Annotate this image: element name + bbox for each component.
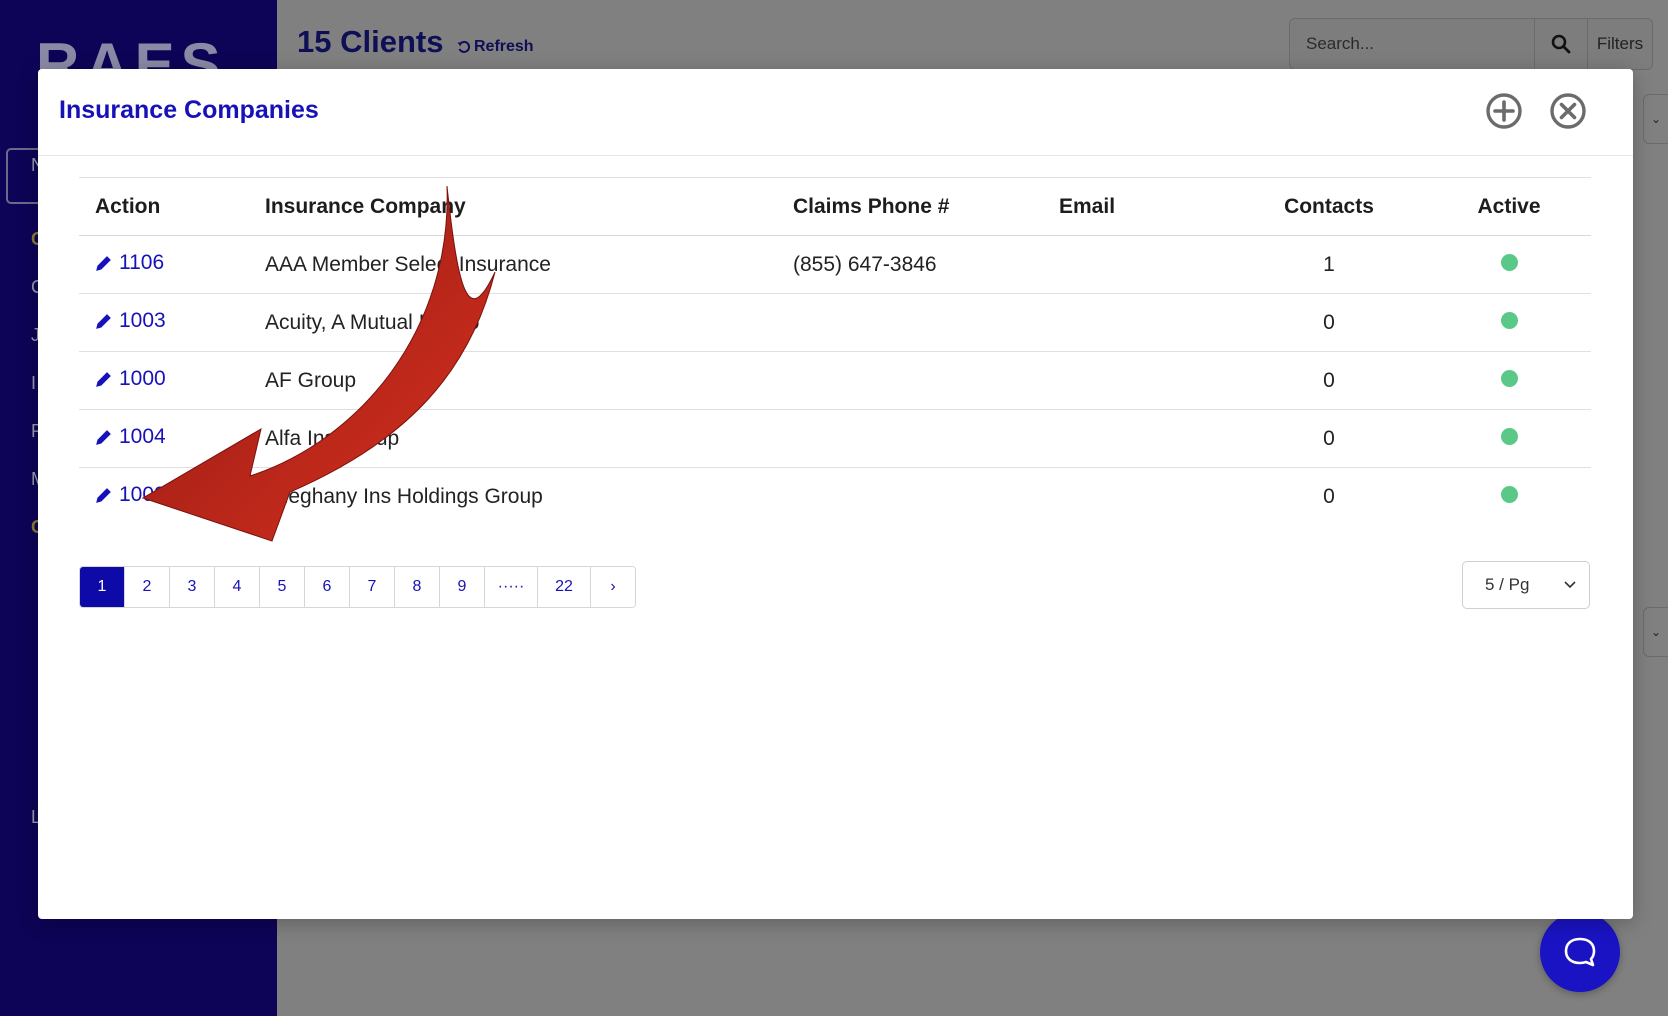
claims-phone: (855) 647-3846 — [777, 235, 1043, 294]
search-bar: Filters — [1289, 18, 1653, 70]
background-select-1[interactable]: ⌄ — [1643, 94, 1668, 144]
refresh-label: Refresh — [474, 38, 534, 55]
claims-phone — [777, 351, 1043, 410]
column-header-email[interactable]: Email — [1043, 177, 1231, 236]
email — [1043, 351, 1231, 410]
pencil-icon — [96, 256, 111, 271]
table-row: 1106 AAA Member Select Insurance (855) 6… — [79, 235, 1591, 294]
claims-phone — [777, 468, 1043, 526]
page-button-3[interactable]: 3 — [170, 567, 215, 607]
column-header-company[interactable]: Insurance Company — [249, 177, 777, 236]
contacts-count: 0 — [1323, 484, 1335, 508]
edit-link[interactable]: 1106 — [95, 251, 164, 275]
company-name: AF Group — [249, 351, 777, 410]
refresh-button[interactable]: Refresh — [457, 38, 534, 56]
record-id: 1003 — [119, 309, 166, 332]
search-icon — [1551, 34, 1571, 54]
page-ellipsis[interactable]: ····· — [485, 567, 538, 607]
pagination: 1 2 3 4 5 6 7 8 9 ····· 22 › — [79, 566, 636, 608]
edit-link[interactable]: 1004 — [95, 425, 166, 449]
table-row: 1002 Alleghany Ins Holdings Group 0 — [79, 468, 1591, 526]
per-page-value: 5 / Pg — [1485, 575, 1530, 594]
active-status-dot — [1500, 427, 1518, 445]
email — [1043, 293, 1231, 352]
contacts-count: 0 — [1231, 351, 1427, 410]
page-title: 15 Clients — [297, 24, 444, 59]
contacts-count: 1 — [1231, 235, 1427, 294]
page-button-last[interactable]: 22 — [538, 567, 591, 607]
page-button-7[interactable]: 7 — [350, 567, 395, 607]
refresh-icon — [457, 40, 471, 53]
chevron-down-icon — [1564, 581, 1576, 589]
page-button-1[interactable]: 1 — [80, 567, 125, 607]
page-button-2[interactable]: 2 — [125, 567, 170, 607]
pencil-icon — [96, 430, 111, 445]
record-id: 1106 — [119, 251, 165, 274]
column-header-action[interactable]: Action — [79, 177, 249, 236]
per-page-select[interactable]: 5 / Pg — [1462, 561, 1590, 609]
company-name: Alleghany Ins Holdings Group — [265, 484, 543, 508]
contacts-count: 0 — [1231, 409, 1427, 468]
record-id: 1002 — [119, 483, 166, 506]
modal-title: Insurance Companies — [59, 96, 319, 124]
column-header-phone[interactable]: Claims Phone # — [777, 177, 1043, 236]
background-select-2[interactable]: ⌄ — [1643, 607, 1668, 657]
modal-header: Insurance Companies — [38, 69, 1633, 156]
company-name: AAA Member Select Insurance — [249, 235, 777, 294]
plus-circle-icon[interactable] — [1484, 91, 1524, 131]
sidebar-item-4[interactable]: I — [31, 373, 36, 394]
table-row: 1003 Acuity, A Mutual Ins Co 0 — [79, 293, 1591, 352]
chat-button[interactable] — [1540, 912, 1620, 992]
page-button-8[interactable]: 8 — [395, 567, 440, 607]
company-name: Alfa Ins Group — [249, 409, 777, 468]
page-button-9[interactable]: 9 — [440, 567, 485, 607]
active-status-dot — [1500, 369, 1518, 387]
email — [1043, 235, 1231, 294]
close-circle-icon[interactable] — [1548, 91, 1588, 131]
claims-phone — [777, 293, 1043, 352]
table-row: 1004 Alfa Ins Group 0 — [79, 409, 1591, 468]
pencil-icon — [96, 372, 111, 387]
active-status-dot — [1500, 311, 1518, 329]
contacts-count: 0 — [1231, 293, 1427, 352]
filters-button[interactable]: Filters — [1588, 19, 1652, 69]
record-id: 1004 — [119, 425, 166, 448]
email — [1043, 409, 1231, 468]
table-header-row: Action Insurance Company Claims Phone # … — [79, 177, 1591, 236]
page-button-5[interactable]: 5 — [260, 567, 305, 607]
active-status-dot — [1500, 253, 1518, 271]
edit-link[interactable]: 1002 — [95, 483, 166, 507]
search-input[interactable] — [1290, 19, 1534, 69]
insurance-companies-modal: Insurance Companies Action Insurance Com… — [38, 69, 1633, 919]
email — [1043, 468, 1231, 526]
record-id: 1000 — [119, 367, 166, 390]
pencil-icon — [96, 314, 111, 329]
page-button-6[interactable]: 6 — [305, 567, 350, 607]
claims-phone — [777, 409, 1043, 468]
column-header-contacts[interactable]: Contacts — [1231, 177, 1427, 236]
company-name: Acuity, A Mutual Ins Co — [249, 293, 777, 352]
chat-icon — [1564, 937, 1596, 967]
edit-link[interactable]: 1000 — [95, 367, 166, 391]
next-page-button[interactable]: › — [591, 567, 635, 607]
insurance-table: Action Insurance Company Claims Phone # … — [79, 177, 1591, 525]
search-button[interactable] — [1534, 19, 1588, 69]
edit-link[interactable]: 1003 — [95, 309, 166, 333]
pencil-icon — [96, 488, 111, 503]
column-header-active[interactable]: Active — [1427, 177, 1591, 236]
active-status-dot — [1500, 485, 1518, 503]
table-row: 1000 AF Group 0 — [79, 351, 1591, 410]
page-button-4[interactable]: 4 — [215, 567, 260, 607]
